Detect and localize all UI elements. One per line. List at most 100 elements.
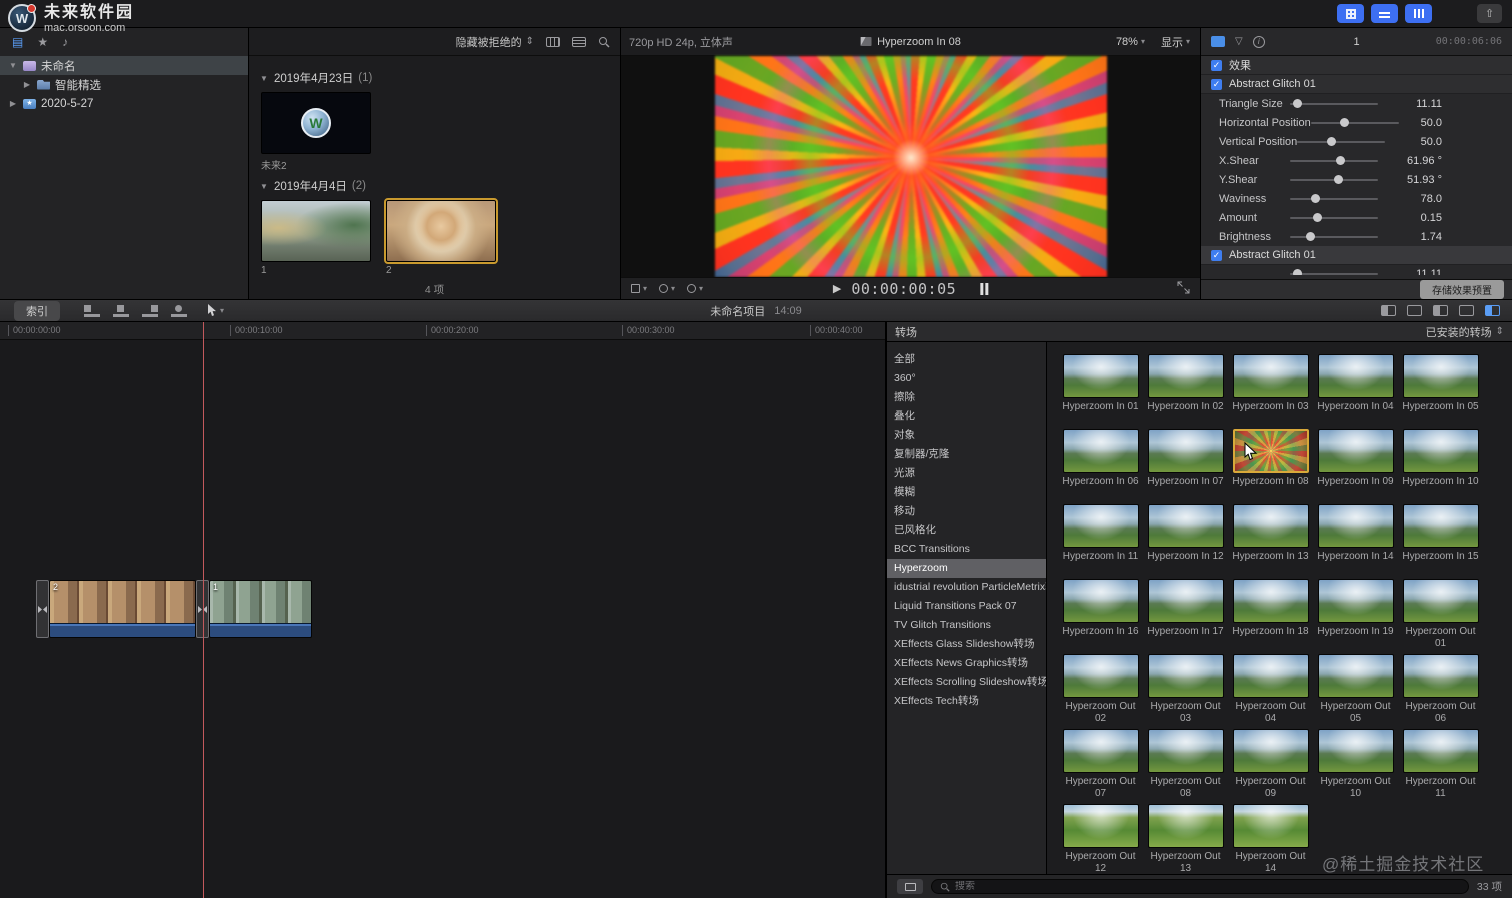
transition-item[interactable]: Hyperzoom In 11 [1058, 504, 1143, 577]
transition-item[interactable]: Hyperzoom Out 09 [1228, 729, 1313, 802]
snapping-icon[interactable] [1407, 305, 1422, 316]
clip-item[interactable]: 1 [261, 200, 371, 276]
parameter-value[interactable]: 1.74 [1388, 231, 1442, 243]
transitions-search-input[interactable] [955, 881, 1460, 892]
list-view-icon[interactable] [572, 37, 586, 47]
clip-item[interactable]: W未来2 [261, 92, 371, 172]
parameter-slider[interactable] [1290, 231, 1378, 243]
timeline-ruler[interactable]: 00:00:00:0000:00:10:0000:00:20:0000:00:3… [0, 322, 885, 340]
parameter-slider[interactable] [1311, 117, 1399, 129]
clip-thumbnail[interactable] [261, 200, 371, 262]
transition-thumbnail[interactable] [1318, 579, 1394, 623]
transition-thumbnail[interactable] [1318, 654, 1394, 698]
transition-item[interactable]: Hyperzoom In 18 [1228, 579, 1313, 652]
overwrite-edit-icon[interactable] [171, 305, 187, 317]
transition-item[interactable]: Hyperzoom In 19 [1313, 579, 1398, 652]
fullscreen-icon[interactable] [1177, 281, 1190, 294]
slider-knob[interactable] [1340, 118, 1349, 127]
transition-thumbnail[interactable] [1063, 429, 1139, 473]
timeline-clip[interactable]: 1 [209, 580, 312, 638]
checkbox-checked-icon[interactable] [1211, 79, 1222, 90]
transition-thumbnail[interactable] [1403, 729, 1479, 773]
filter-icon[interactable]: ▽ [1235, 36, 1243, 47]
transition-item[interactable]: Hyperzoom In 10 [1398, 429, 1483, 502]
transition-thumbnail[interactable] [1233, 504, 1309, 548]
parameter-value[interactable]: 51.93 ° [1388, 174, 1442, 186]
inspector-panel-icon[interactable] [1211, 36, 1225, 47]
transition-thumbnail[interactable] [1318, 429, 1394, 473]
transition-thumbnail[interactable] [1233, 354, 1309, 398]
transition-thumbnail[interactable] [1148, 504, 1224, 548]
transition-item[interactable]: Hyperzoom In 13 [1228, 504, 1313, 577]
retime-dropdown[interactable]: ▾ [687, 284, 703, 293]
playhead[interactable] [203, 322, 204, 898]
transition-thumbnail[interactable] [1063, 804, 1139, 848]
transition-item[interactable]: Hyperzoom In 15 [1398, 504, 1483, 577]
trim-icon[interactable] [1381, 305, 1396, 316]
parameter-slider[interactable] [1290, 174, 1378, 186]
checkbox-checked-icon[interactable] [1211, 60, 1222, 71]
transition-thumbnail[interactable] [1403, 504, 1479, 548]
transition-item[interactable]: Hyperzoom Out 03 [1143, 654, 1228, 727]
slider-knob[interactable] [1327, 137, 1336, 146]
slider-knob[interactable] [1306, 232, 1315, 241]
transition-item[interactable]: Hyperzoom Out 12 [1058, 804, 1143, 874]
transition-item[interactable]: Hyperzoom Out 01 [1398, 579, 1483, 652]
transition-item[interactable]: Hyperzoom In 14 [1313, 504, 1398, 577]
share-button[interactable]: ⇧ [1477, 4, 1502, 23]
transition-thumbnail[interactable] [1148, 729, 1224, 773]
transition-thumbnail[interactable] [1403, 354, 1479, 398]
parameter-value[interactable]: 50.0 [1395, 136, 1442, 148]
transition-item[interactable]: Hyperzoom Out 11 [1398, 729, 1483, 802]
category-item[interactable]: idustrial revolution ParticleMetrix转场 [887, 578, 1046, 597]
transition-item[interactable]: Hyperzoom Out 06 [1398, 654, 1483, 727]
clip-item[interactable]: 2 [386, 200, 496, 276]
audio-meters[interactable] [980, 283, 988, 295]
clip-tab-icon[interactable]: ▤ [12, 35, 23, 49]
category-item[interactable]: Hyperzoom [887, 559, 1046, 578]
transition-item[interactable]: Hyperzoom In 17 [1143, 579, 1228, 652]
transition-thumbnail[interactable] [1148, 654, 1224, 698]
view-dropdown[interactable]: 显示▾ [1161, 34, 1190, 50]
connect-edit-icon[interactable] [84, 305, 100, 317]
clip-appearance-icon[interactable] [546, 37, 560, 47]
audio-meters-icon[interactable] [1433, 305, 1448, 316]
category-item[interactable]: XEffects News Graphics转场 [887, 654, 1046, 673]
transition-thumbnail[interactable] [1063, 504, 1139, 548]
photos-tab-icon[interactable]: ★ [37, 35, 48, 49]
parameter-value[interactable]: 0.15 [1388, 212, 1442, 224]
crop-dropdown[interactable]: ▾ [631, 284, 647, 293]
transition-thumbnail[interactable] [1148, 804, 1224, 848]
workspace-bars-button[interactable] [1371, 4, 1398, 23]
chevron-right-icon[interactable]: ▶ [22, 80, 32, 89]
category-item[interactable]: 对象 [887, 426, 1046, 445]
category-item[interactable]: XEffects Tech转场 [887, 692, 1046, 711]
parameter-value[interactable]: 50.0 [1409, 117, 1442, 129]
transition-thumbnail[interactable] [1403, 579, 1479, 623]
checkbox-checked-icon[interactable] [1211, 250, 1222, 261]
parameter-value[interactable]: 78.0 [1388, 193, 1442, 205]
transition-thumbnail[interactable] [1233, 729, 1309, 773]
effects-dropdown[interactable]: ▾ [659, 284, 675, 293]
category-item[interactable]: TV Glitch Transitions [887, 616, 1046, 635]
parameter-slider[interactable] [1290, 193, 1378, 205]
transition-item[interactable]: Hyperzoom Out 05 [1313, 654, 1398, 727]
transition-thumbnail[interactable] [1063, 654, 1139, 698]
transition-thumbnail[interactable] [1148, 579, 1224, 623]
timeline-clip[interactable]: 2 [49, 580, 196, 638]
video-canvas[interactable] [715, 56, 1107, 277]
transition-item[interactable]: Hyperzoom Out 07 [1058, 729, 1143, 802]
chevron-down-icon[interactable]: ▼ [8, 61, 18, 70]
append-edit-icon[interactable] [142, 305, 158, 317]
transition-item[interactable]: Hyperzoom In 02 [1143, 354, 1228, 427]
parameter-slider[interactable] [1290, 268, 1378, 275]
effect-header-2[interactable]: Abstract Glitch 01 [1201, 246, 1512, 265]
transition-thumbnail[interactable] [1403, 429, 1479, 473]
tool-selector-dropdown[interactable]: ▾ [207, 304, 224, 317]
slider-knob[interactable] [1293, 99, 1302, 108]
insert-edit-icon[interactable] [113, 305, 129, 317]
slider-knob[interactable] [1313, 213, 1322, 222]
workspace-columns-button[interactable] [1405, 4, 1432, 23]
clip-thumbnail[interactable]: W [261, 92, 371, 154]
transition-item[interactable]: Hyperzoom In 09 [1313, 429, 1398, 502]
